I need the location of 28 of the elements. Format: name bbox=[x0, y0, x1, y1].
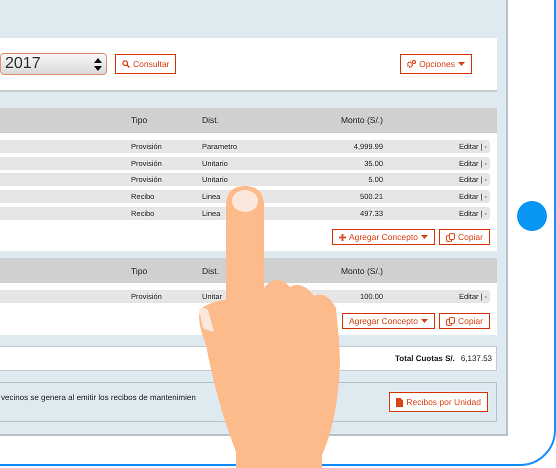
home-button[interactable] bbox=[517, 201, 547, 231]
add-concept-button[interactable]: Agregar Concepto bbox=[332, 229, 435, 246]
copy-button[interactable]: Copiar bbox=[438, 229, 490, 246]
caret-icon bbox=[458, 62, 465, 66]
plus-icon bbox=[338, 234, 346, 241]
copy-icon bbox=[446, 316, 455, 326]
column-header: Tipo bbox=[131, 114, 148, 127]
caret-icon bbox=[420, 319, 428, 324]
caret-icon bbox=[420, 235, 428, 240]
column-header: Tipo bbox=[131, 264, 148, 278]
total-value: 6,137.53 bbox=[460, 352, 492, 365]
consult-button[interactable]: Consultar bbox=[115, 54, 176, 74]
receipts-button[interactable]: Recibos por Unidad bbox=[389, 392, 488, 412]
document-icon bbox=[396, 398, 404, 407]
gear-icon bbox=[407, 60, 416, 68]
column-header: Monto (S/.) bbox=[340, 264, 383, 278]
column-header: Dist. bbox=[202, 114, 220, 127]
search-icon bbox=[122, 60, 130, 68]
options-button[interactable]: Opciones bbox=[400, 54, 472, 74]
add-concept-button[interactable]: Agregar Concepto bbox=[342, 313, 435, 330]
column-header: Monto (S/.) bbox=[340, 114, 383, 127]
copy-button[interactable]: Copiar bbox=[438, 313, 490, 330]
year-select[interactable]: 2017 bbox=[0, 53, 107, 75]
total-label: Total Cuotas S/. bbox=[395, 352, 455, 365]
up-down-arrows-icon bbox=[94, 58, 102, 70]
column-header: Dist. bbox=[202, 264, 220, 278]
copy-icon bbox=[446, 232, 455, 242]
note-text: vecinos se genera al emitir los recibos de mantenimien bbox=[1, 392, 196, 404]
